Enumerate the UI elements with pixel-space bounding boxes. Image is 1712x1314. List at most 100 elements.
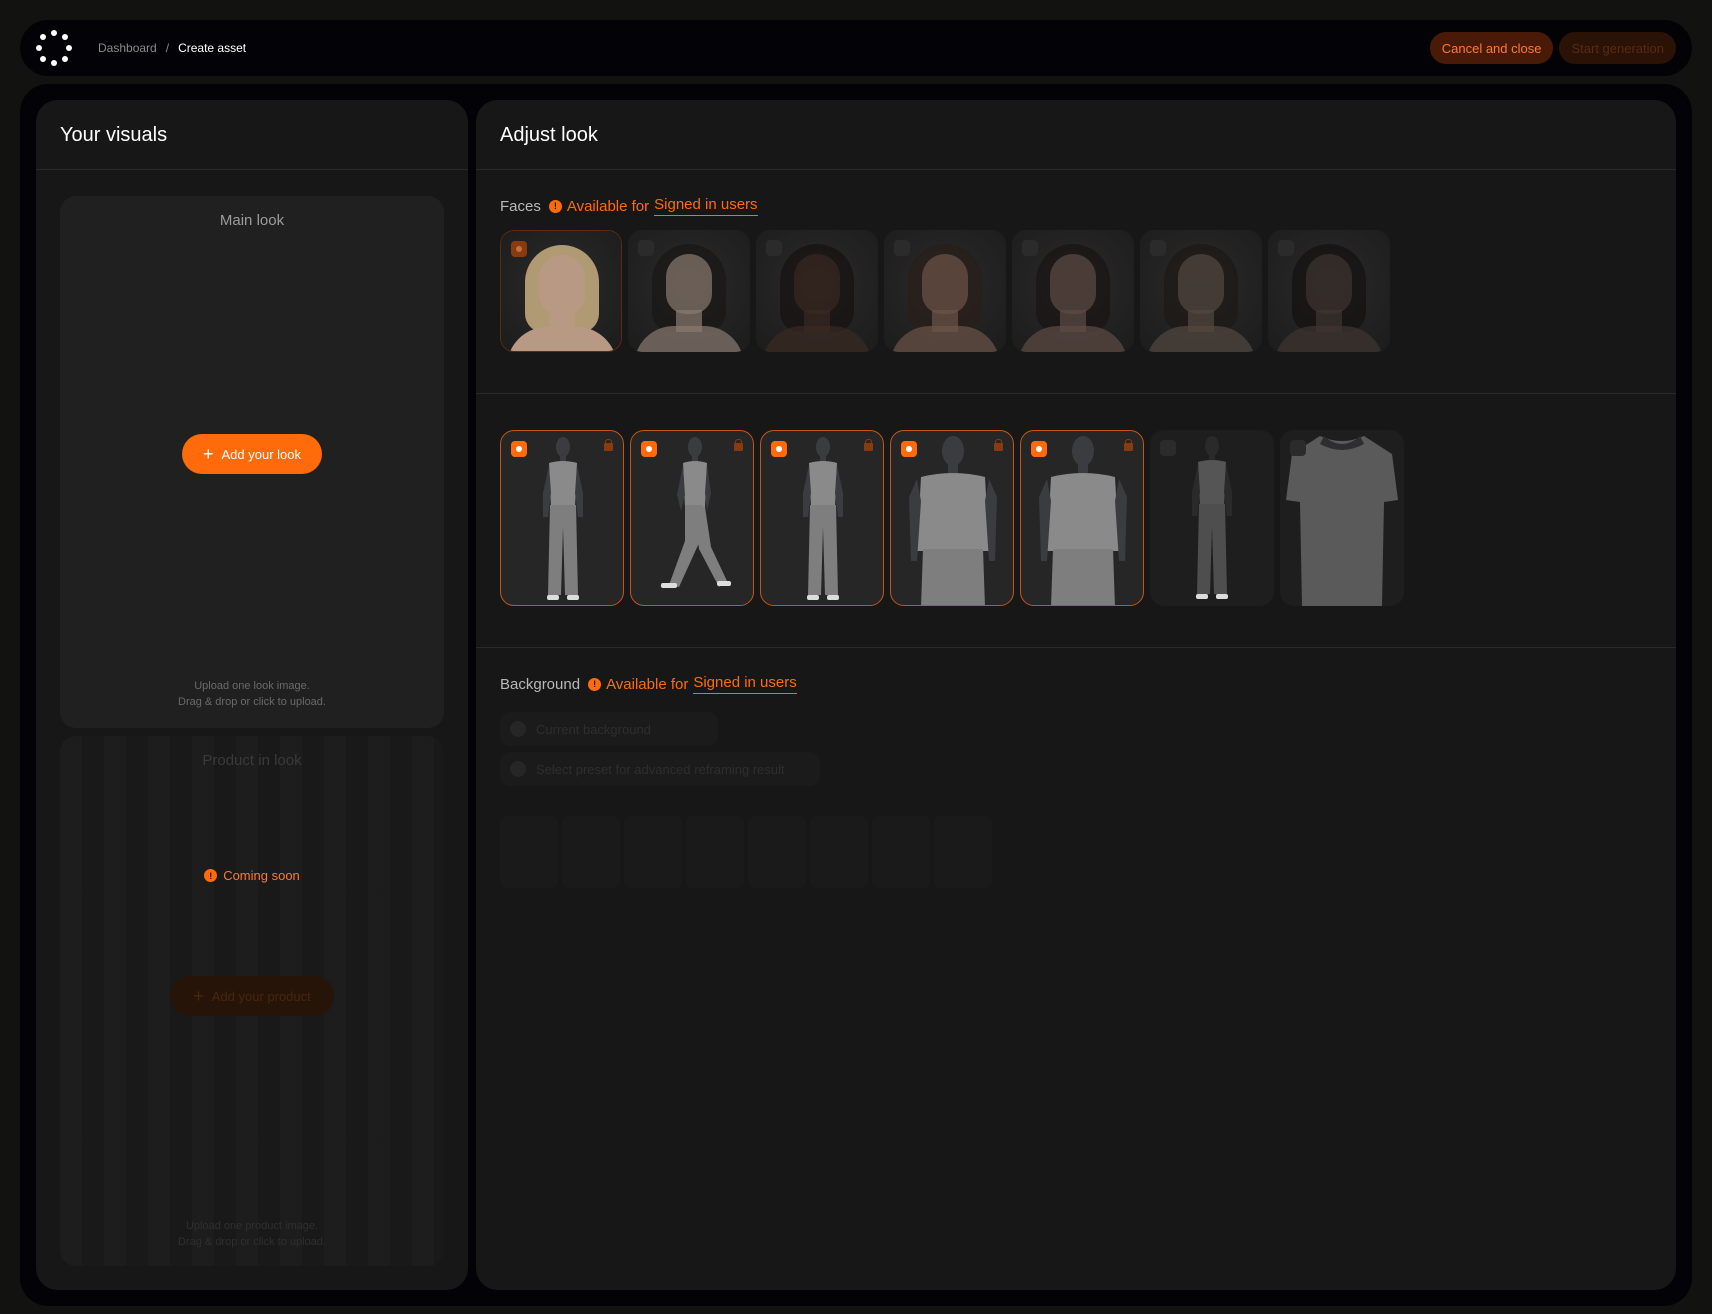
logo-icon[interactable]: [36, 30, 72, 66]
add-your-look-button[interactable]: + Add your look: [182, 434, 322, 474]
face-shape: [794, 254, 840, 314]
main-look-title: Main look: [219, 212, 285, 229]
checkbox-icon[interactable]: [1160, 440, 1176, 456]
faces-section: Faces ! Available for Signed in users: [476, 170, 1676, 394]
faces-header: Faces ! Available for Signed in users: [500, 196, 758, 216]
faces-availability: ! Available for Signed in users: [548, 196, 758, 216]
background-preset-thumb: [810, 816, 868, 888]
cancel-and-close-button[interactable]: Cancel and close: [1429, 32, 1554, 64]
pose-card[interactable]: [1020, 430, 1144, 606]
plus-icon: +: [202, 444, 214, 464]
radio-icon: [510, 721, 526, 737]
faces-available-prefix: Available for: [566, 197, 650, 215]
mannequin-figure: [803, 437, 843, 600]
background-presets: [500, 816, 992, 888]
faces-list: [500, 230, 1390, 352]
product-look-hint: Upload one product image. Drag & drop or…: [60, 1218, 444, 1250]
mannequin-figure: [1039, 436, 1127, 605]
pose-card[interactable]: [500, 430, 624, 606]
background-option-preset: Select preset for advanced reframing res…: [500, 752, 820, 786]
face-card[interactable]: [1012, 230, 1134, 352]
faces-signed-in-link[interactable]: Signed in users: [654, 196, 758, 216]
background-preset-thumb: [562, 816, 620, 888]
background-preset-thumb: [624, 816, 682, 888]
checkbox-icon[interactable]: [1278, 240, 1294, 256]
lock-icon: [1124, 439, 1133, 451]
coming-soon-label: Coming soon: [223, 868, 300, 883]
checkbox-icon[interactable]: [1022, 240, 1038, 256]
adjust-look-panel: Adjust look Faces ! Available for Signed…: [476, 100, 1676, 1290]
checkbox-icon[interactable]: [894, 240, 910, 256]
faces-label: Faces: [500, 197, 541, 215]
background-option-current: Current background: [500, 712, 718, 746]
checkbox-icon[interactable]: [1290, 440, 1306, 456]
info-icon: !: [204, 869, 218, 882]
main-look-hint-line2: Drag & drop or click to upload.: [178, 696, 326, 708]
checkbox-icon[interactable]: [511, 241, 527, 257]
top-bar: Dashboard / Create asset Cancel and clos…: [20, 20, 1692, 76]
plus-icon: +: [193, 986, 204, 1006]
checkbox-icon[interactable]: [641, 441, 657, 457]
face-card[interactable]: [500, 230, 622, 352]
mannequin-figure: [909, 436, 997, 605]
coming-soon-badge: ! Coming soon: [60, 868, 444, 883]
breadcrumb-dashboard-link[interactable]: Dashboard: [98, 41, 157, 55]
poses-list: [500, 430, 1404, 606]
background-preset-thumb: [686, 816, 744, 888]
your-visuals-panel: Your visuals Main look + Add your look U…: [36, 100, 468, 1290]
poses-section: [476, 394, 1676, 648]
background-header: Background ! Available for Signed in use…: [500, 674, 797, 694]
add-your-product-label: Add your product: [211, 988, 311, 1004]
breadcrumb: Dashboard / Create asset: [98, 41, 246, 55]
pose-card[interactable]: [630, 430, 754, 606]
product-in-look-dropzone: Product in look ! Coming soon + Add your…: [60, 736, 444, 1266]
checkbox-icon[interactable]: [771, 441, 787, 457]
face-card[interactable]: [1140, 230, 1262, 352]
info-icon: !: [548, 199, 562, 213]
lock-icon: [604, 439, 613, 451]
face-shape: [666, 254, 712, 314]
adjust-look-title: Adjust look: [476, 100, 1676, 170]
breadcrumb-current: Create asset: [178, 41, 247, 55]
checkbox-icon[interactable]: [901, 441, 917, 457]
face-shape: [539, 255, 585, 315]
face-card[interactable]: [1268, 230, 1390, 352]
mannequin-figure: [661, 437, 731, 588]
product-look-hint-line1: Upload one product image.: [185, 1220, 319, 1232]
face-shape: [922, 254, 968, 314]
face-shape: [1306, 254, 1352, 314]
face-card[interactable]: [628, 230, 750, 352]
main-look-hint: Upload one look image. Drag & drop or cl…: [60, 678, 444, 710]
background-options: Current background Select preset for adv…: [500, 712, 820, 792]
main-look-dropzone[interactable]: Main look + Add your look Upload one loo…: [60, 196, 444, 728]
tshirt-figure: [1286, 436, 1398, 606]
face-card[interactable]: [756, 230, 878, 352]
face-shape: [1178, 254, 1224, 314]
face-shape: [1050, 254, 1096, 314]
checkbox-icon[interactable]: [1031, 441, 1047, 457]
product-in-look-title: Product in look: [202, 752, 302, 769]
pose-card[interactable]: [760, 430, 884, 606]
checkbox-icon[interactable]: [1150, 240, 1166, 256]
background-preset-thumb: [872, 816, 930, 888]
checkbox-icon[interactable]: [511, 441, 527, 457]
start-generation-button[interactable]: Start generation: [1559, 32, 1676, 64]
pose-card[interactable]: [890, 430, 1014, 606]
background-label: Background: [500, 675, 581, 693]
background-section: Background ! Available for Signed in use…: [476, 648, 1676, 1290]
breadcrumb-separator: /: [165, 41, 170, 55]
background-option-current-label: Current background: [536, 721, 651, 737]
product-look-hint-line2: Drag & drop or click to upload.: [178, 1236, 326, 1248]
mannequin-figure: [1192, 436, 1232, 599]
checkbox-icon[interactable]: [638, 240, 654, 256]
main-look-hint-line1: Upload one look image.: [194, 680, 310, 692]
pose-card[interactable]: [1280, 430, 1404, 606]
lock-icon: [864, 439, 873, 451]
background-signed-in-link[interactable]: Signed in users: [693, 674, 797, 694]
pose-card[interactable]: [1150, 430, 1274, 606]
radio-icon: [510, 761, 526, 777]
face-card[interactable]: [884, 230, 1006, 352]
top-actions: Cancel and close Start generation: [1429, 32, 1676, 64]
checkbox-icon[interactable]: [766, 240, 782, 256]
lock-icon: [734, 439, 743, 451]
